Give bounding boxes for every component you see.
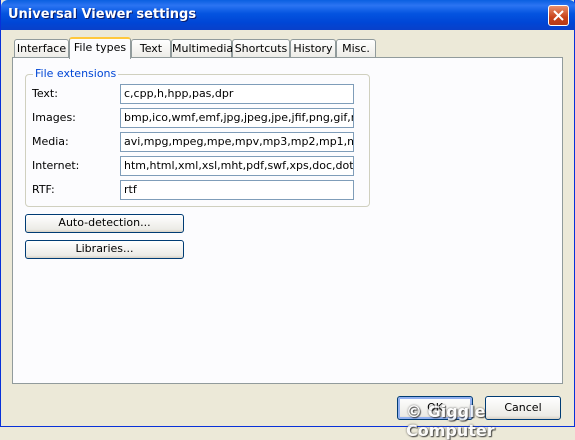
internet-label: Internet:	[32, 159, 80, 172]
tab-label: Interface	[16, 42, 67, 55]
group-title: File extensions	[33, 67, 119, 80]
media-label: Media:	[32, 135, 69, 148]
auto-detection-button[interactable]: Auto-detection...	[25, 214, 184, 233]
rtf-label: RTF:	[32, 183, 55, 196]
media-extensions-input[interactable]: avi,mpg,mpeg,mpe,mpv,mp3,mp2,mp1,m1v,m2v…	[120, 132, 354, 152]
text-label: Text:	[32, 87, 58, 100]
internet-extensions-input[interactable]: htm,html,xml,xsl,mht,pdf,swf,xps,doc,dot…	[120, 156, 354, 176]
close-icon	[553, 10, 564, 21]
tab-label: File types	[73, 41, 127, 54]
tab-file-types[interactable]: File types	[69, 37, 131, 59]
images-extensions-input[interactable]: bmp,ico,wmf,emf,jpg,jpeg,jpe,jfif,png,gi…	[120, 108, 354, 128]
text-extensions-input[interactable]: c,cpp,h,hpp,pas,dpr	[120, 84, 354, 104]
tab-misc[interactable]: Misc.	[336, 39, 376, 58]
settings-window: Universal Viewer settings Interface File…	[0, 0, 575, 440]
tab-interface[interactable]: Interface	[14, 39, 69, 58]
tab-label: Misc.	[342, 42, 370, 55]
images-label: Images:	[32, 111, 76, 124]
tab-label: Multimedia	[172, 42, 234, 55]
file-types-panel: File extensions Text: c,cpp,h,hpp,pas,dp…	[12, 57, 563, 384]
rtf-extensions-input[interactable]: rtf	[120, 180, 354, 200]
ok-button[interactable]: OK	[397, 396, 473, 420]
libraries-button[interactable]: Libraries...	[25, 240, 184, 259]
tab-shortcuts[interactable]: Shortcuts	[232, 39, 290, 58]
tab-label: Text	[139, 42, 163, 55]
title-bar[interactable]: Universal Viewer settings	[1, 0, 575, 30]
tab-history[interactable]: History	[290, 39, 336, 58]
close-button[interactable]	[548, 5, 569, 26]
window-title: Universal Viewer settings	[8, 7, 197, 22]
cancel-button[interactable]: Cancel	[485, 396, 561, 420]
tab-multimedia[interactable]: Multimedia	[171, 39, 234, 58]
tab-text[interactable]: Text	[131, 39, 171, 58]
tab-label: History	[293, 42, 333, 55]
file-extensions-group: File extensions Text: c,cpp,h,hpp,pas,dp…	[25, 67, 370, 207]
tab-label: Shortcuts	[234, 42, 288, 55]
